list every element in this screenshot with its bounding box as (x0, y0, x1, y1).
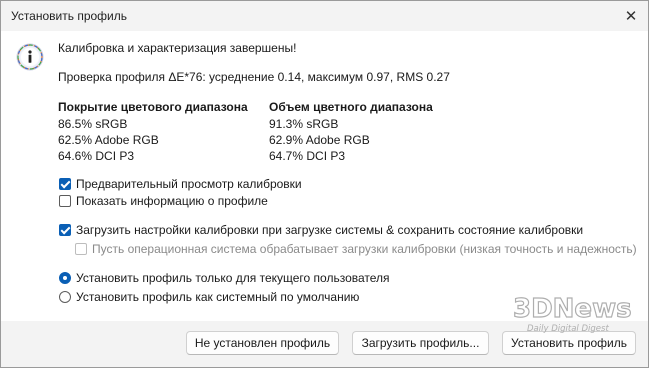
volume-dci-p3: 64.7% DCI P3 (269, 149, 346, 163)
load-calibration-on-startup-checkbox[interactable] (59, 224, 71, 236)
load-profile-button[interactable]: Загрузить профиль... (352, 331, 489, 355)
close-button[interactable]: ✕ (614, 1, 648, 31)
dont-install-profile-button[interactable]: Не установлен профиль (186, 331, 339, 355)
info-icon (16, 43, 44, 71)
window-title: Установить профиль (11, 9, 127, 23)
os-handles-calibration-checkbox[interactable] (75, 243, 87, 255)
preview-calibration-checkbox[interactable] (59, 178, 71, 190)
show-profile-info-label[interactable]: Показать информацию о профиле (76, 194, 268, 208)
volume-adobe-rgb: 62.9% Adobe RGB (269, 133, 370, 147)
coverage-header: Покрытие цветового диапазона (58, 100, 248, 114)
install-current-user-radio[interactable] (59, 272, 71, 284)
3dnews-watermark: 3DNews Daily Digital Digest (512, 293, 631, 334)
install-system-default-label[interactable]: Установить профиль как системный по умол… (76, 290, 359, 304)
close-icon: ✕ (624, 8, 638, 25)
install-current-user-label[interactable]: Установить профиль только для текущего п… (76, 271, 390, 285)
install-system-default-radio[interactable] (59, 291, 71, 303)
os-handles-calibration-label[interactable]: Пусть операционная система обрабатывает … (92, 242, 637, 256)
watermark-logo-text: 3DNews (513, 294, 631, 324)
watermark-tagline: Daily Digital Digest (527, 324, 609, 334)
install-profile-dialog: Установить профиль ✕ Калибровка и характ… (0, 0, 649, 368)
volume-header: Объем цветного диапазона (269, 100, 433, 114)
load-calibration-on-startup-label[interactable]: Загрузить настройки калибровки при загру… (76, 223, 583, 237)
coverage-adobe-rgb: 62.5% Adobe RGB (58, 133, 159, 147)
verification-summary: Проверка профиля ΔE*76: усреднение 0.14,… (58, 70, 450, 84)
dialog-content: Калибровка и характеризация завершены! П… (1, 31, 648, 321)
coverage-dci-p3: 64.6% DCI P3 (58, 149, 135, 163)
show-profile-info-checkbox[interactable] (59, 195, 71, 207)
coverage-srgb: 86.5% sRGB (58, 117, 128, 131)
completion-heading: Калибровка и характеризация завершены! (58, 41, 297, 55)
preview-calibration-label[interactable]: Предварительный просмотр калибровки (76, 177, 302, 191)
volume-srgb: 91.3% sRGB (269, 117, 339, 131)
title-bar: Установить профиль ✕ (1, 1, 648, 31)
